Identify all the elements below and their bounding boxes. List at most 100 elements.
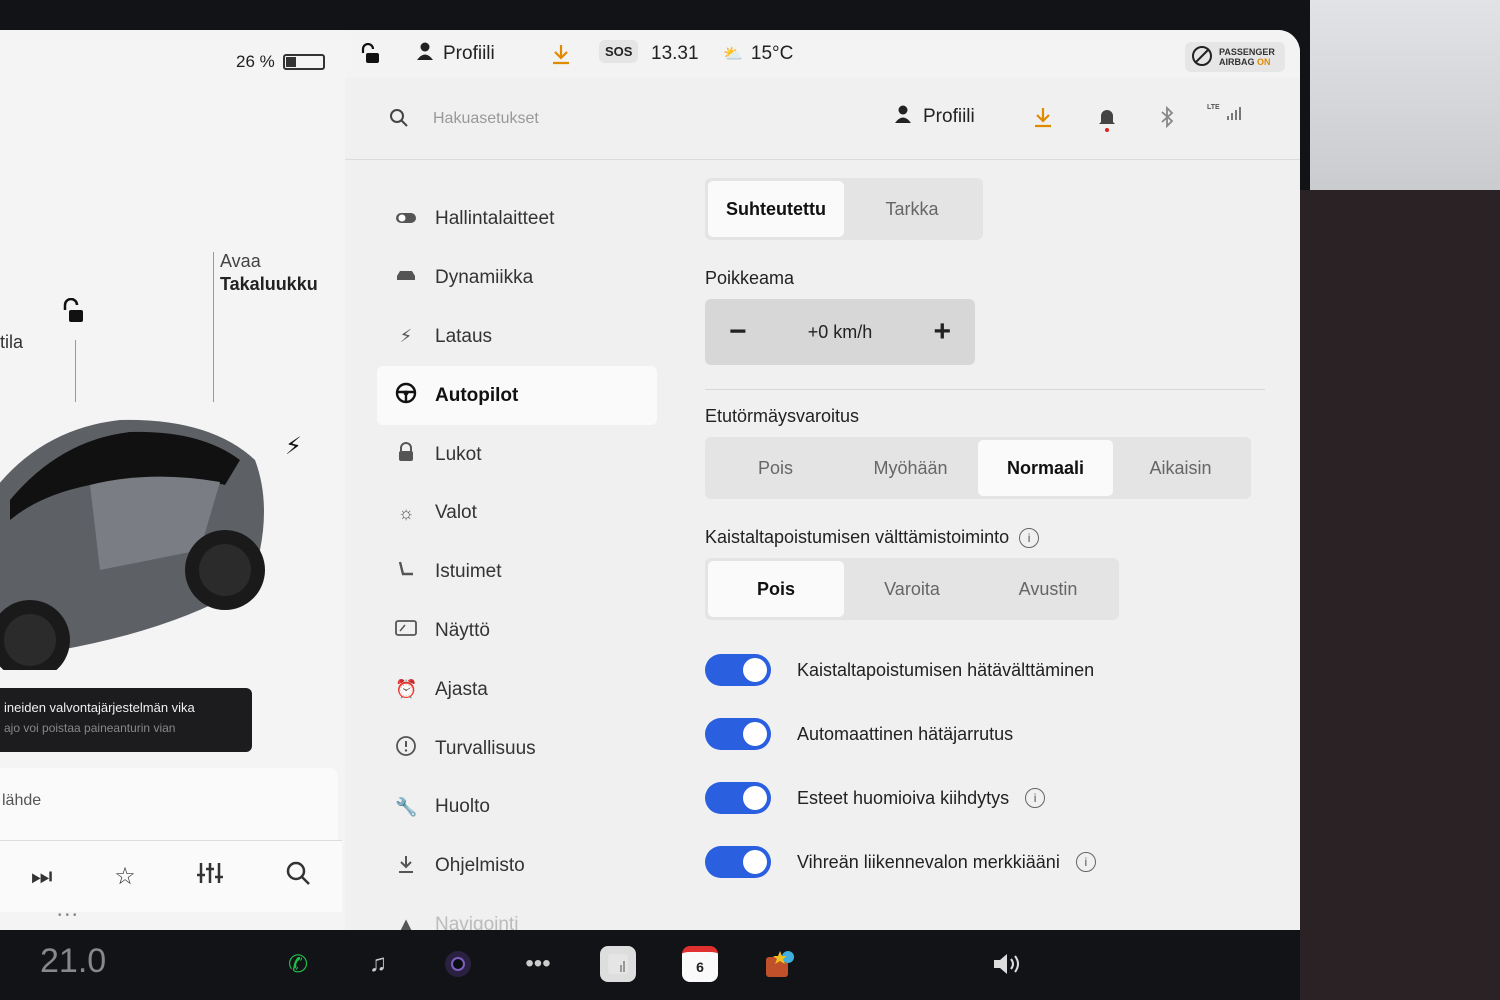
toggle-row: Automaattinen hätäjarrutus xyxy=(705,702,1265,766)
car-icon xyxy=(395,268,417,289)
fcw-option-pois[interactable]: Pois xyxy=(708,440,843,496)
trunk-callout-line xyxy=(213,252,214,402)
nav-item-lataus[interactable]: ⚡ Lataus xyxy=(377,308,657,367)
nav-item-turvallisuus[interactable]: Turvallisuus xyxy=(377,719,657,778)
speed-offset-value: +0 km/h xyxy=(807,321,873,342)
settings-nav: Hallintalaitteet Dynamiikka ⚡ Lataus Autopil… xyxy=(377,190,657,930)
taskbar: 21.0 ✆ ♫ ••• 6 xyxy=(0,930,1300,1000)
nav-item-ohjelmisto[interactable]: Ohjelmisto xyxy=(377,837,657,896)
navigation-icon: ▲ xyxy=(397,914,415,930)
seat-icon xyxy=(395,560,417,585)
fcw-option-normaali[interactable]: Normaali xyxy=(978,440,1113,496)
fcw-option-my-h-n[interactable]: Myöhään xyxy=(843,440,978,496)
sos-button[interactable]: SOS xyxy=(599,40,639,63)
sos-label: SOS xyxy=(605,44,633,59)
info-icon[interactable]: i xyxy=(1075,852,1096,872)
unlock-icon[interactable] xyxy=(60,297,86,332)
clock: 13.31 xyxy=(651,43,699,65)
fcw-label-text: Etutörmäysvaroitus xyxy=(705,406,860,426)
status-profile[interactable]: Profiili xyxy=(415,41,495,67)
nav-item-ajasta[interactable]: ⏰ Ajasta xyxy=(377,660,657,719)
media-source[interactable]: lähde xyxy=(0,768,338,840)
fcw-label: Etutörmäysvaroitus xyxy=(705,406,1265,427)
frunk-label[interactable]: tila xyxy=(0,332,23,353)
volume-icon[interactable] xyxy=(990,946,1026,982)
nav-item-label: Navigointi xyxy=(435,913,519,930)
nav-item-hallintalaitteet[interactable]: Hallintalaitteet xyxy=(377,190,657,249)
nav-item-label: Lataus xyxy=(435,325,493,347)
nav-item-lukot[interactable]: Lukot xyxy=(377,425,657,484)
media-controls: ⏭ ☆ xyxy=(0,840,342,912)
nav-item-istuimet[interactable]: Istuimet xyxy=(377,543,657,602)
nav-item-n-ytt-[interactable]: Näyttö xyxy=(377,602,657,661)
search-input[interactable]: Hakuasetukset xyxy=(433,110,539,128)
speed-mode-selector: Suhteutettu Tarkka xyxy=(705,178,983,240)
favorite-star-icon[interactable]: ☆ xyxy=(114,862,136,891)
airbag-state: ON xyxy=(1257,57,1271,67)
airbag-line2: AIRBAG xyxy=(1219,57,1255,67)
fcw-option-aikaisin[interactable]: Aikaisin xyxy=(1113,440,1248,496)
passenger-airbag-indicator: PASSENGER AIRBAG ON xyxy=(1185,42,1285,72)
equalizer-icon[interactable] xyxy=(197,861,224,892)
header-profile-button[interactable]: Profiili xyxy=(893,104,975,130)
next-track-icon[interactable]: ⏭ xyxy=(31,863,53,891)
arcade-icon[interactable] xyxy=(762,946,798,982)
decrease-offset-button[interactable]: − xyxy=(729,315,747,349)
calendar-icon[interactable]: 6 xyxy=(682,946,718,982)
search-icon[interactable] xyxy=(389,108,409,134)
toggle-label: Automaattinen hätäjarrutus xyxy=(797,723,1014,744)
speed-mode-option-tarkka[interactable]: Tarkka xyxy=(844,181,980,237)
time-text: 13.31 xyxy=(651,43,699,64)
download-icon[interactable] xyxy=(1033,106,1053,134)
battery-percent: 26 % xyxy=(236,52,275,71)
increase-offset-button[interactable]: + xyxy=(933,315,951,349)
alert-title: ineiden valvontajärjestelmän vika xyxy=(4,700,195,715)
download-icon xyxy=(395,854,417,879)
toybox-icon[interactable] xyxy=(600,946,636,982)
bluetooth-icon[interactable] xyxy=(1159,105,1175,134)
lte-label: LTE xyxy=(1207,104,1220,111)
background-wall xyxy=(1310,0,1500,200)
info-icon[interactable]: i xyxy=(1019,527,1040,548)
toggle-list: Kaistaltapoistumisen hätävälttäminen Auto… xyxy=(705,638,1265,894)
toggle-switch[interactable] xyxy=(705,782,771,814)
charge-port-bolt-icon[interactable]: ⚡ xyxy=(285,432,302,461)
lda-option-pois[interactable]: Pois xyxy=(708,561,844,617)
open-trunk-button[interactable]: Avaa Takaluukku xyxy=(220,250,318,296)
status-bar: Profiili SOS 13.31 ⛅ 15°C PASSENGER AIRB… xyxy=(345,30,1300,78)
toggle-row: Kaistaltapoistumisen hätävälttäminen xyxy=(705,638,1265,702)
toggle-switch[interactable] xyxy=(705,846,771,878)
info-icon[interactable]: i xyxy=(1025,788,1046,808)
lda-label: Kaistaltapoistumisen välttämistoiminto i xyxy=(705,527,1265,548)
media-search-icon[interactable] xyxy=(285,860,311,893)
software-update-download-icon[interactable] xyxy=(551,43,571,65)
toggle-switch[interactable] xyxy=(705,654,771,686)
nav-item-huolto[interactable]: 🔧 Huolto xyxy=(377,778,657,837)
phone-icon[interactable]: ✆ xyxy=(280,946,316,982)
more-apps-icon[interactable]: ••• xyxy=(520,946,556,982)
nav-item-valot[interactable]: ☼ Valot xyxy=(377,484,657,543)
outside-temperature: 15°C xyxy=(750,43,794,64)
notification-bell-icon[interactable] xyxy=(1097,106,1117,138)
wrench-icon: 🔧 xyxy=(395,796,418,817)
toggle-switch[interactable] xyxy=(705,718,771,750)
tire-pressure-alert[interactable]: ineiden valvontajärjestelmän vika ajo vo… xyxy=(0,688,252,752)
lda-option-avustin[interactable]: Avustin xyxy=(980,561,1116,617)
page-dots: ••• xyxy=(58,910,81,921)
settings-header: Hakuasetukset Profiili LTE xyxy=(345,78,1300,160)
touchscreen: 26 % Avaa Takaluukku tila ⚡ ineiden valv… xyxy=(0,30,1300,930)
lock-icon xyxy=(395,442,417,467)
music-icon[interactable]: ♫ xyxy=(360,946,396,982)
camera-icon[interactable] xyxy=(440,946,476,982)
calendar-day: 6 xyxy=(696,959,704,975)
speed-mode-option-suhteutettu[interactable]: Suhteutettu xyxy=(708,181,844,237)
nav-item-autopilot[interactable]: Autopilot xyxy=(377,366,657,426)
lock-status-icon[interactable] xyxy=(359,43,381,65)
toggle-row: Esteet huomioiva kiihdytys i xyxy=(705,766,1265,830)
nav-item-navigointi[interactable]: ▲ Navigointi xyxy=(377,896,657,930)
lda-option-varoita[interactable]: Varoita xyxy=(844,561,980,617)
nav-item-dynamiikka[interactable]: Dynamiikka xyxy=(377,249,657,308)
cabin-temperature[interactable]: 21.0 xyxy=(40,942,106,981)
display-icon xyxy=(395,619,417,642)
forward-collision-warning-selector: Pois Myöhään Normaali Aikaisin xyxy=(705,437,1251,499)
